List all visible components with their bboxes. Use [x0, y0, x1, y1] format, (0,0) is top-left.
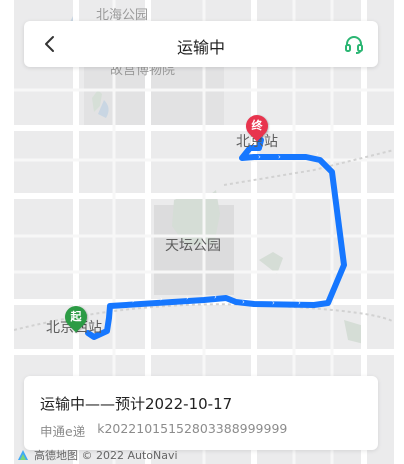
shipment-details: 申通e递 k20221015152803388999999 — [40, 421, 287, 440]
svg-text:›: › — [214, 293, 217, 301]
svg-text:›: › — [186, 294, 189, 302]
start-marker[interactable]: 起 — [60, 301, 92, 333]
svg-text:›: › — [160, 295, 163, 303]
end-marker[interactable]: 终 — [241, 110, 273, 142]
svg-text:›: › — [242, 298, 245, 306]
svg-text:›: › — [278, 153, 281, 161]
svg-text:›: › — [132, 297, 135, 305]
amap-logo-icon — [18, 450, 28, 460]
map-attribution: 高德地图 © 2022 AutoNavi — [16, 446, 178, 464]
customer-service-button[interactable] — [342, 32, 366, 56]
page-title: 运输中 — [176, 38, 225, 57]
tracking-number[interactable]: k20221015152803388999999 — [97, 421, 287, 440]
map-label-temple-of-heaven: 天坛公园 — [165, 238, 221, 254]
svg-text:›: › — [272, 299, 275, 307]
svg-text:›: › — [298, 299, 301, 307]
svg-text:›: › — [258, 153, 261, 161]
headset-icon — [345, 36, 363, 54]
start-marker-label: 起 — [70, 310, 82, 323]
header-bar: 运输中 — [24, 21, 378, 67]
attribution-text: 高德地图 © 2022 AutoNavi — [34, 449, 178, 462]
carrier-name: 申通e递 — [40, 424, 86, 439]
shipment-status: 运输中——预计2022-10-17 — [40, 395, 233, 413]
svg-text:›: › — [316, 150, 319, 158]
shipment-info-card[interactable]: 运输中——预计2022-10-17 申通e递 k2022101515280338… — [24, 376, 378, 450]
end-marker-label: 终 — [251, 119, 263, 132]
